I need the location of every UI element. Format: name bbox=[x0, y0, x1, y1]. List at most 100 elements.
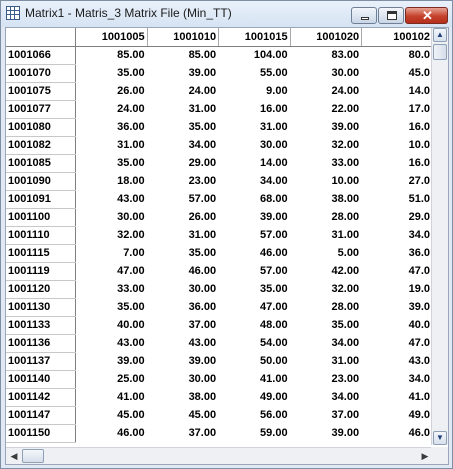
matrix-cell[interactable]: 32.00 bbox=[290, 280, 363, 299]
row-header[interactable]: 1001091 bbox=[6, 190, 77, 209]
matrix-cell[interactable]: 23.00 bbox=[147, 172, 220, 191]
matrix-cell[interactable]: 16.0 bbox=[361, 154, 433, 173]
matrix-cell[interactable]: 104.00 bbox=[218, 46, 291, 65]
matrix-cell[interactable]: 34.0 bbox=[361, 226, 433, 245]
matrix-cell[interactable]: 85.00 bbox=[147, 46, 220, 65]
matrix-cell[interactable]: 35.00 bbox=[218, 280, 291, 299]
matrix-cell[interactable]: 45.00 bbox=[75, 406, 148, 425]
matrix-cell[interactable]: 29.00 bbox=[147, 154, 220, 173]
matrix-cell[interactable]: 38.00 bbox=[147, 388, 220, 407]
matrix-cell[interactable]: 32.00 bbox=[290, 136, 363, 155]
matrix-cell[interactable]: 32.00 bbox=[75, 226, 148, 245]
matrix-cell[interactable]: 10.00 bbox=[290, 172, 363, 191]
matrix-cell[interactable]: 47.00 bbox=[75, 262, 148, 281]
row-header[interactable]: 1001150 bbox=[6, 424, 77, 443]
matrix-cell[interactable]: 28.00 bbox=[290, 208, 363, 227]
matrix-cell[interactable]: 18.00 bbox=[75, 172, 148, 191]
row-header[interactable]: 1001115 bbox=[6, 244, 77, 263]
title-bar[interactable]: Matrix1 - Matris_3 Matrix File (Min_TT) … bbox=[1, 1, 452, 27]
scroll-left-button[interactable]: ◀ bbox=[7, 449, 21, 463]
matrix-cell[interactable]: 43.00 bbox=[75, 334, 148, 353]
matrix-cell[interactable]: 42.00 bbox=[290, 262, 363, 281]
row-header[interactable]: 1001085 bbox=[6, 154, 77, 173]
matrix-cell[interactable]: 36.00 bbox=[147, 298, 220, 317]
matrix-cell[interactable]: 38.00 bbox=[290, 190, 363, 209]
matrix-cell[interactable]: 39.00 bbox=[147, 352, 220, 371]
matrix-cell[interactable]: 14.00 bbox=[218, 154, 291, 173]
matrix-cell[interactable]: 37.00 bbox=[147, 316, 220, 335]
matrix-cell[interactable]: 34.0 bbox=[361, 370, 433, 389]
matrix-cell[interactable]: 34.00 bbox=[147, 136, 220, 155]
matrix-cell[interactable]: 24.00 bbox=[75, 100, 148, 119]
matrix-cell[interactable]: 43.0 bbox=[361, 352, 433, 371]
matrix-cell[interactable]: 33.00 bbox=[75, 280, 148, 299]
matrix-cell[interactable]: 5.00 bbox=[290, 244, 363, 263]
matrix-cell[interactable]: 45.0 bbox=[361, 64, 433, 83]
matrix-cell[interactable]: 47.0 bbox=[361, 262, 433, 281]
matrix-cell[interactable]: 45.00 bbox=[147, 406, 220, 425]
matrix-cell[interactable]: 68.00 bbox=[218, 190, 291, 209]
matrix-cell[interactable]: 31.00 bbox=[75, 136, 148, 155]
matrix-cell[interactable]: 36.00 bbox=[75, 118, 148, 137]
matrix-cell[interactable]: 36.0 bbox=[361, 244, 433, 263]
matrix-cell[interactable]: 24.00 bbox=[147, 82, 220, 101]
matrix-cell[interactable]: 30.00 bbox=[147, 280, 220, 299]
matrix-cell[interactable]: 17.0 bbox=[361, 100, 433, 119]
column-header[interactable]: 1001020 bbox=[290, 28, 363, 47]
matrix-cell[interactable]: 33.00 bbox=[290, 154, 363, 173]
grid-icon[interactable] bbox=[6, 6, 20, 20]
matrix-cell[interactable]: 7.00 bbox=[75, 244, 148, 263]
matrix-cell[interactable]: 83.00 bbox=[290, 46, 363, 65]
column-header[interactable]: 1001015 bbox=[218, 28, 291, 47]
matrix-cell[interactable]: 40.0 bbox=[361, 316, 433, 335]
column-header[interactable]: 1001005 bbox=[75, 28, 148, 47]
matrix-cell[interactable]: 35.00 bbox=[147, 118, 220, 137]
matrix-cell[interactable]: 50.00 bbox=[218, 352, 291, 371]
matrix-cell[interactable]: 31.00 bbox=[218, 118, 291, 137]
matrix-cell[interactable]: 46.00 bbox=[75, 424, 148, 443]
row-header[interactable]: 1001080 bbox=[6, 118, 77, 137]
matrix-cell[interactable]: 39.00 bbox=[218, 208, 291, 227]
matrix-cell[interactable]: 35.00 bbox=[75, 64, 148, 83]
row-header[interactable]: 1001140 bbox=[6, 370, 77, 389]
matrix-cell[interactable]: 23.00 bbox=[290, 370, 363, 389]
matrix-cell[interactable]: 57.00 bbox=[218, 226, 291, 245]
scroll-down-button[interactable]: ▼ bbox=[433, 431, 447, 445]
column-header[interactable]: 1001010 bbox=[147, 28, 220, 47]
matrix-cell[interactable]: 31.00 bbox=[290, 352, 363, 371]
matrix-cell[interactable]: 30.00 bbox=[290, 64, 363, 83]
matrix-cell[interactable]: 49.00 bbox=[218, 388, 291, 407]
matrix-cell[interactable]: 27.0 bbox=[361, 172, 433, 191]
close-button[interactable]: ✕ bbox=[405, 7, 448, 24]
minimize-button[interactable] bbox=[351, 7, 377, 24]
matrix-cell[interactable]: 80.0 bbox=[361, 46, 433, 65]
row-header[interactable]: 1001066 bbox=[6, 46, 77, 65]
matrix-cell[interactable]: 57.00 bbox=[147, 190, 220, 209]
matrix-cell[interactable]: 28.00 bbox=[290, 298, 363, 317]
matrix-cell[interactable]: 41.00 bbox=[218, 370, 291, 389]
matrix-cell[interactable]: 34.00 bbox=[290, 334, 363, 353]
matrix-cell[interactable]: 39.00 bbox=[290, 424, 363, 443]
matrix-cell[interactable]: 39.00 bbox=[75, 352, 148, 371]
row-header[interactable]: 1001137 bbox=[6, 352, 77, 371]
matrix-cell[interactable]: 10.0 bbox=[361, 136, 433, 155]
matrix-cell[interactable]: 26.00 bbox=[75, 82, 148, 101]
matrix-cell[interactable]: 31.00 bbox=[147, 226, 220, 245]
matrix-cell[interactable]: 29.0 bbox=[361, 208, 433, 227]
matrix-cell[interactable]: 35.00 bbox=[75, 298, 148, 317]
matrix-grid[interactable]: 1001005 1001010 1001015 1001020 100102 10010… bbox=[6, 28, 433, 445]
matrix-cell[interactable]: 51.0 bbox=[361, 190, 433, 209]
matrix-cell[interactable]: 48.00 bbox=[218, 316, 291, 335]
row-header[interactable]: 1001147 bbox=[6, 406, 77, 425]
matrix-cell[interactable]: 16.00 bbox=[218, 100, 291, 119]
matrix-cell[interactable]: 85.00 bbox=[75, 46, 148, 65]
matrix-cell[interactable]: 24.00 bbox=[290, 82, 363, 101]
matrix-cell[interactable]: 41.00 bbox=[75, 388, 148, 407]
matrix-cell[interactable]: 35.00 bbox=[290, 316, 363, 335]
size-grip[interactable] bbox=[431, 447, 448, 464]
matrix-cell[interactable]: 37.00 bbox=[147, 424, 220, 443]
matrix-cell[interactable]: 54.00 bbox=[218, 334, 291, 353]
row-header[interactable]: 1001075 bbox=[6, 82, 77, 101]
matrix-cell[interactable]: 35.00 bbox=[75, 154, 148, 173]
matrix-cell[interactable]: 47.00 bbox=[218, 298, 291, 317]
